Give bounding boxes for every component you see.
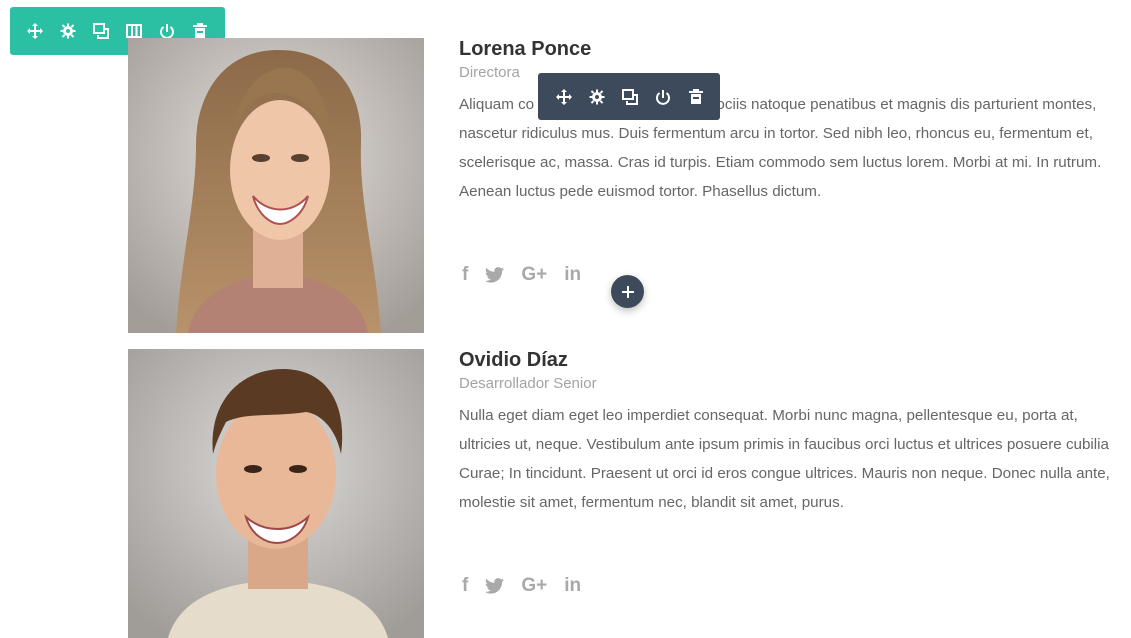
facebook-icon[interactable]: f <box>462 575 468 597</box>
duplicate-icon <box>92 23 109 39</box>
member-social-links: f G+ in <box>462 264 598 286</box>
delete-icon <box>688 88 703 104</box>
member-photo-lorena <box>128 38 424 333</box>
delete-icon <box>192 23 207 38</box>
member-social-links: f G+ in <box>462 575 598 597</box>
move-icon <box>555 88 572 105</box>
facebook-icon[interactable]: f <box>462 264 468 286</box>
module-delete-button[interactable] <box>679 80 712 113</box>
add-module-button[interactable] <box>611 275 644 308</box>
member-name: Ovidio Díaz <box>459 349 568 371</box>
save-icon <box>655 89 670 105</box>
member-photo-ovidio <box>128 349 424 638</box>
member-name: Lorena Ponce <box>459 38 592 60</box>
module-settings-button[interactable] <box>580 80 613 113</box>
section-duplicate-button[interactable] <box>84 15 117 48</box>
settings-icon <box>60 23 75 39</box>
settings-icon <box>589 89 604 104</box>
member-card-lorena: Lorena Ponce Directora Aliquam co m. In … <box>459 37 1131 206</box>
move-icon <box>26 23 43 39</box>
member-card-ovidio: Ovidio Díaz Desarrollador Senior Nulla e… <box>459 348 1131 517</box>
linkedin-icon[interactable]: in <box>564 575 581 597</box>
twitter-icon[interactable] <box>485 578 505 594</box>
save-icon <box>159 24 174 39</box>
section-move-button[interactable] <box>18 15 51 48</box>
module-toolbar <box>538 73 720 120</box>
module-save-button[interactable] <box>646 80 679 113</box>
member-role: Desarrollador Senior <box>459 375 597 392</box>
plus-icon <box>621 285 634 298</box>
google-plus-icon[interactable]: G+ <box>521 575 547 597</box>
section-settings-button[interactable] <box>51 15 84 48</box>
linkedin-icon[interactable]: in <box>564 264 581 286</box>
module-duplicate-button[interactable] <box>613 80 646 113</box>
twitter-icon[interactable] <box>485 267 505 283</box>
google-plus-icon[interactable]: G+ <box>521 264 547 286</box>
module-move-button[interactable] <box>547 80 580 113</box>
duplicate-icon <box>621 88 638 105</box>
member-bio: Nulla eget diam eget leo imperdiet conse… <box>459 407 1110 511</box>
columns-icon <box>125 24 142 38</box>
